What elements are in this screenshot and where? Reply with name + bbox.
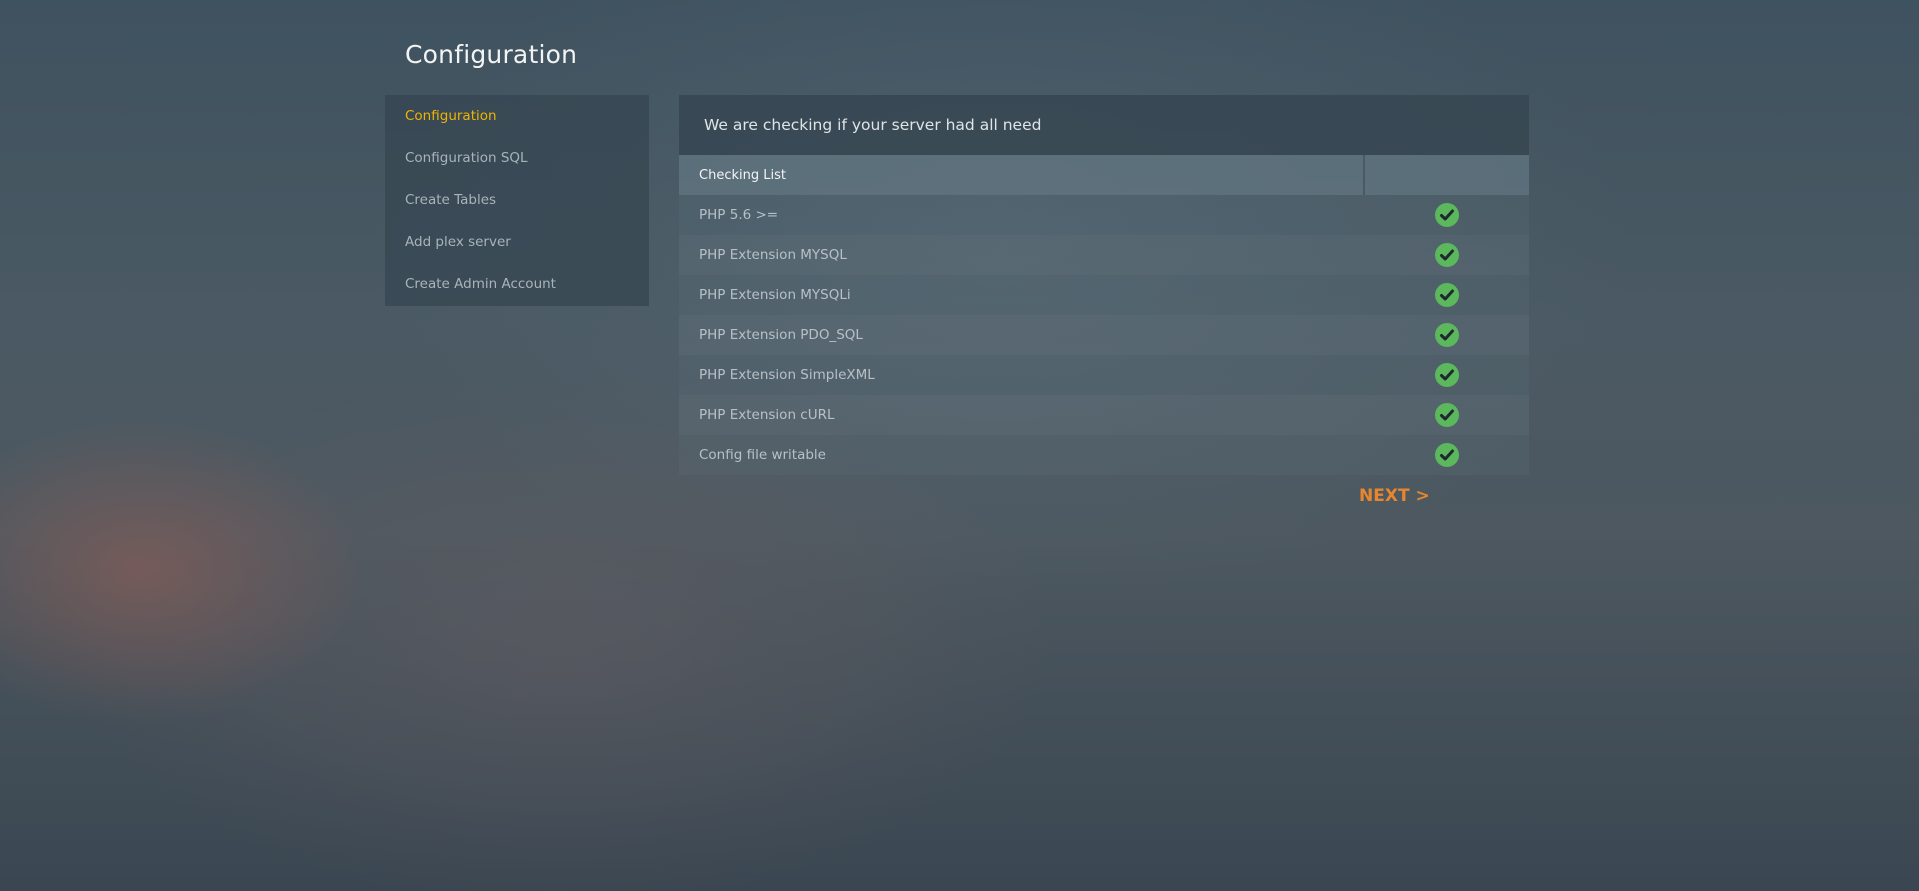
status-cell: [1364, 435, 1529, 475]
status-cell: [1364, 195, 1529, 235]
check-label: PHP Extension SimpleXML: [679, 355, 1364, 395]
sidebar-item-create-admin-account[interactable]: Create Admin Account: [385, 263, 649, 305]
check-label: PHP Extension MYSQL: [679, 235, 1364, 275]
status-cell: [1364, 395, 1529, 435]
table-row: Config file writable: [679, 435, 1529, 475]
page-title: Configuration: [405, 40, 578, 69]
table-row: PHP Extension SimpleXML: [679, 355, 1529, 395]
checking-panel: We are checking if your server had all n…: [679, 95, 1529, 475]
check-label: Config file writable: [679, 435, 1364, 475]
check-circle-icon: [1434, 322, 1460, 348]
table-row: PHP Extension MYSQLi: [679, 275, 1529, 315]
sidebar-item-configuration[interactable]: Configuration: [385, 95, 649, 137]
column-header-status: [1363, 155, 1529, 195]
check-circle-icon: [1434, 282, 1460, 308]
check-label: PHP Extension MYSQLi: [679, 275, 1364, 315]
panel-header: We are checking if your server had all n…: [679, 95, 1529, 155]
sidebar-item-add-plex-server[interactable]: Add plex server: [385, 221, 649, 263]
check-label: PHP Extension cURL: [679, 395, 1364, 435]
check-circle-icon: [1434, 202, 1460, 228]
check-label: PHP Extension PDO_SQL: [679, 315, 1364, 355]
status-cell: [1364, 315, 1529, 355]
check-circle-icon: [1434, 362, 1460, 388]
table-row: PHP Extension MYSQL: [679, 235, 1529, 275]
table-row: PHP Extension PDO_SQL: [679, 315, 1529, 355]
column-header-checking-list: Checking List: [679, 155, 1364, 195]
table-header-row: Checking List: [679, 155, 1529, 195]
sidebar-nav: Configuration Configuration SQL Create T…: [385, 95, 649, 306]
table-row: PHP Extension cURL: [679, 395, 1529, 435]
status-cell: [1364, 275, 1529, 315]
status-cell: [1364, 235, 1529, 275]
next-button[interactable]: NEXT >: [1359, 486, 1430, 506]
table-row: PHP 5.6 >=: [679, 195, 1529, 235]
check-circle-icon: [1434, 402, 1460, 428]
status-cell: [1364, 355, 1529, 395]
check-circle-icon: [1434, 242, 1460, 268]
sidebar-item-create-tables[interactable]: Create Tables: [385, 179, 649, 221]
sidebar-item-configuration-sql[interactable]: Configuration SQL: [385, 137, 649, 179]
check-label: PHP 5.6 >=: [679, 195, 1364, 235]
checking-table: Checking List PHP 5.6 >= PHP Extension M…: [679, 155, 1529, 475]
check-circle-icon: [1434, 442, 1460, 468]
